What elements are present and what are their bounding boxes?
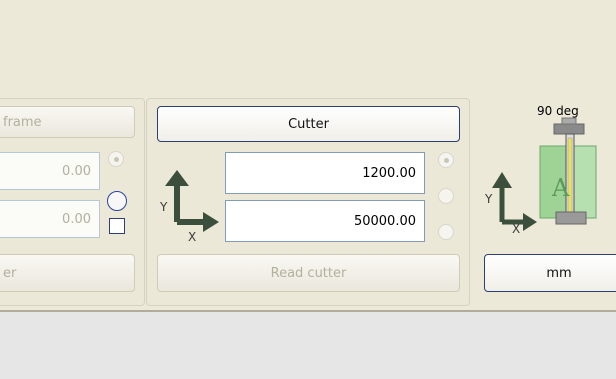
cutter-height-value: 50000.00 <box>353 213 416 229</box>
cutter-height-field[interactable]: 50000.00 <box>225 200 425 242</box>
read-cutter-button[interactable]: Read cutter <box>157 254 460 292</box>
frame-button[interactable]: frame <box>0 106 135 138</box>
cutter-radio-2[interactable] <box>438 188 454 204</box>
cutter-axis-y-label: Y <box>160 200 168 214</box>
cutter-button-label: Cutter <box>288 116 329 132</box>
cutter-button[interactable]: Cutter <box>157 106 460 142</box>
right-axis-y-label: Y <box>485 192 493 206</box>
shape-square-option[interactable] <box>109 218 125 234</box>
glyph-a-icon: A <box>551 174 570 202</box>
unit-button-label: mm <box>546 265 572 281</box>
cutter-radio-1[interactable] <box>438 152 454 168</box>
right-axis-x-label: X <box>512 222 521 236</box>
frame-button-label: frame <box>3 114 42 130</box>
cutter-width-field[interactable]: 1200.00 <box>225 152 425 194</box>
read-cutter-button-label: Read cutter <box>270 265 347 281</box>
frame-value-1: 0.00 <box>62 163 91 179</box>
cutter-width-value: 1200.00 <box>362 165 416 181</box>
cutter-axis-x-label: X <box>188 230 197 244</box>
unit-button[interactable]: mm <box>484 254 616 292</box>
frame-value-2: 0.00 <box>62 211 91 227</box>
cutter-radio-3[interactable] <box>438 224 454 240</box>
read-frame-button[interactable]: er <box>0 254 135 292</box>
rotation-preview-icon: A <box>539 117 597 225</box>
status-area <box>0 310 616 379</box>
frame-value-2-field[interactable]: 0.00 <box>0 200 100 238</box>
frame-value-1-field[interactable]: 0.00 <box>0 152 100 190</box>
top-area <box>0 0 616 90</box>
read-frame-button-label: er <box>3 265 17 281</box>
frame-radio-1[interactable] <box>108 151 124 167</box>
shape-circle-option[interactable] <box>107 191 127 211</box>
